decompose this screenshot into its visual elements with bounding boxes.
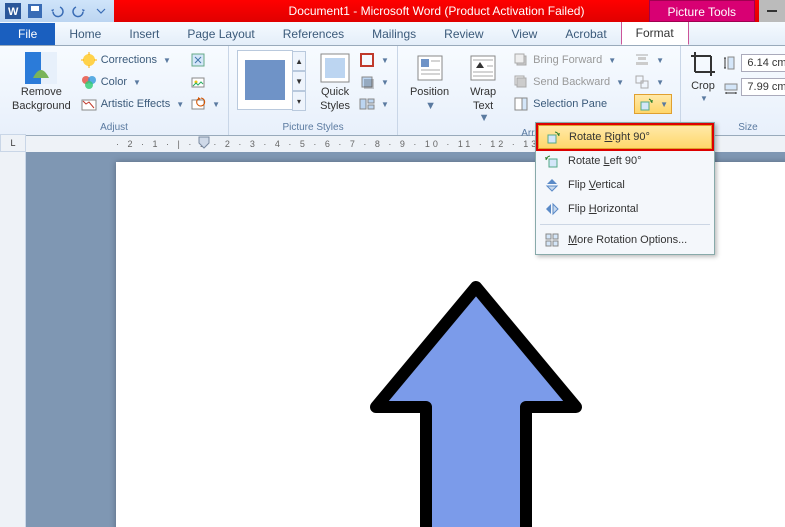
tab-references[interactable]: References — [269, 23, 358, 45]
gallery-more-icon[interactable]: ▾ — [292, 91, 306, 111]
width-value[interactable]: 7.99 cm — [741, 78, 785, 96]
picture-layout-icon[interactable]: ▼ — [359, 94, 389, 114]
tab-mailings[interactable]: Mailings — [358, 23, 430, 45]
rotate-button[interactable]: ▼ — [634, 94, 672, 114]
corrections-label: Corrections — [101, 54, 157, 66]
menu-rotate-left-label: Rotate Left 90° — [568, 155, 642, 167]
selection-pane-label: Selection Pane — [533, 98, 607, 110]
picture-effects-icon[interactable]: ▼ — [359, 72, 389, 92]
crop-label: Crop — [691, 80, 715, 92]
undo-icon[interactable] — [48, 2, 66, 20]
reset-picture-icon[interactable]: ▼ — [190, 94, 220, 114]
menu-rotate-right[interactable]: Rotate Right 90° — [538, 125, 712, 149]
menu-more-rotation[interactable]: More Rotation Options... — [538, 228, 712, 252]
artistic-label: Artistic Effects — [101, 98, 170, 110]
tab-home[interactable]: Home — [55, 23, 115, 45]
group-picture-styles-label: Picture Styles — [237, 120, 389, 133]
height-input[interactable]: 6.14 cm ▴▾ — [723, 54, 785, 72]
flip-vertical-icon — [544, 177, 560, 193]
send-backward-button: Send Backward▼ — [513, 72, 624, 92]
position-label: Position — [410, 86, 449, 98]
color-label: Color — [101, 76, 127, 88]
quick-styles-button[interactable]: Quick Styles — [315, 50, 355, 114]
tab-acrobat[interactable]: Acrobat — [551, 23, 620, 45]
minimize-button[interactable] — [759, 0, 785, 22]
menu-flip-horizontal-label: Flip Horizontal — [568, 203, 638, 215]
gallery-up-icon[interactable]: ▲ — [292, 51, 306, 71]
rotate-left-icon — [544, 153, 560, 169]
title-bar: W Document1 - Microsoft Word (Product Ac… — [0, 0, 785, 22]
corrections-button[interactable]: Corrections▼ — [81, 50, 184, 70]
tab-page-layout[interactable]: Page Layout — [173, 23, 268, 45]
group-adjust: Remove Background Corrections▼ Color▼ Ar… — [0, 46, 229, 135]
word-app-icon[interactable]: W — [4, 2, 22, 20]
menu-rotate-left[interactable]: Rotate Left 90° — [538, 149, 712, 173]
wrap-text-l2: Text — [473, 100, 493, 112]
bring-forward-button: Bring Forward▼ — [513, 50, 624, 70]
picture-style-gallery[interactable]: ▲ ▼ ▾ — [237, 50, 293, 110]
menu-rotate-right-label: Rotate Right 90° — [569, 131, 650, 143]
menu-flip-vertical-label: Flip Vertical — [568, 179, 625, 191]
align-button: ▼ — [634, 50, 672, 70]
picture-border-icon[interactable]: ▼ — [359, 50, 389, 70]
height-value[interactable]: 6.14 cm — [741, 54, 785, 72]
menu-more-rotation-label: More Rotation Options... — [568, 234, 687, 246]
color-button[interactable]: Color▼ — [81, 72, 184, 92]
rotate-right-icon — [545, 129, 561, 145]
group-adjust-label: Adjust — [8, 120, 220, 133]
more-rotation-icon — [544, 232, 560, 248]
rotate-menu: Rotate Right 90° Rotate Left 90° Flip Ve… — [535, 122, 715, 255]
tab-review[interactable]: Review — [430, 23, 497, 45]
quick-access-toolbar: W — [0, 0, 114, 22]
vertical-ruler[interactable] — [0, 152, 26, 527]
quick-styles-l2: Styles — [320, 100, 350, 112]
crop-button[interactable]: Crop ▼ — [689, 50, 717, 103]
redo-icon[interactable] — [70, 2, 88, 20]
wrap-text-l1: Wrap — [470, 86, 496, 98]
width-input[interactable]: 7.99 cm ▴▾ — [723, 78, 785, 96]
flip-horizontal-icon — [544, 201, 560, 217]
quick-styles-l1: Quick — [321, 86, 349, 98]
wrap-text-button[interactable]: Wrap Text ▼ — [463, 50, 503, 126]
menu-flip-horizontal[interactable]: Flip Horizontal — [538, 197, 712, 221]
picture-tools-contextual-tab: Picture Tools — [649, 0, 755, 22]
gallery-down-icon[interactable]: ▼ — [292, 71, 306, 91]
qat-customize-icon[interactable] — [92, 2, 110, 20]
tab-view[interactable]: View — [498, 23, 552, 45]
group-button: ▼ — [634, 72, 672, 92]
tab-file[interactable]: File — [0, 23, 55, 45]
ribbon-tabs: File Home Insert Page Layout References … — [0, 22, 785, 46]
selection-pane-button[interactable]: Selection Pane — [513, 94, 624, 114]
remove-bg-label1: Remove — [21, 86, 62, 98]
group-picture-styles: ▲ ▼ ▾ Quick Styles ▼ ▼ ▼ Picture Styl — [229, 46, 398, 135]
send-backward-label: Send Backward — [533, 76, 610, 88]
menu-flip-vertical[interactable]: Flip Vertical — [538, 173, 712, 197]
tab-insert[interactable]: Insert — [115, 23, 173, 45]
change-picture-icon[interactable] — [190, 72, 220, 92]
tab-format[interactable]: Format — [621, 21, 689, 45]
svg-text:W: W — [8, 6, 19, 18]
save-icon[interactable] — [26, 2, 44, 20]
artistic-effects-button[interactable]: Artistic Effects▼ — [81, 94, 184, 114]
ruler-corner[interactable]: L — [0, 134, 26, 152]
remove-bg-label2: Background — [12, 100, 71, 112]
menu-separator — [540, 224, 710, 225]
inserted-picture[interactable] — [356, 277, 596, 527]
position-button[interactable]: Position ▼ — [406, 50, 453, 126]
remove-background-button[interactable]: Remove Background — [8, 50, 75, 114]
bring-forward-label: Bring Forward — [533, 54, 602, 66]
compress-pictures-icon[interactable] — [190, 50, 220, 70]
